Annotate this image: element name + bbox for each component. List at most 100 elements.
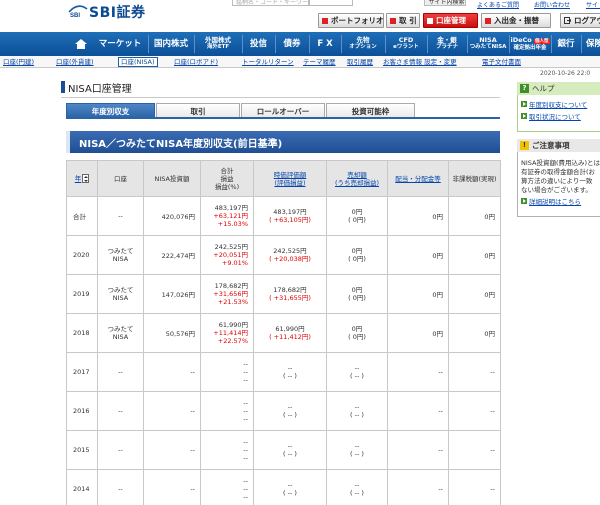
sold-value: --: [354, 442, 360, 450]
subnav-account-nisa[interactable]: 口座(NISA): [118, 57, 158, 67]
account-type-line: つみたて: [107, 286, 134, 294]
nav-home[interactable]: [71, 32, 91, 56]
faq-link[interactable]: よくあるご質問: [477, 0, 519, 9]
nav-foreign-stock[interactable]: 外国株式 海外ETF: [195, 32, 241, 56]
unrealized-pl-value: ( +63,105円): [269, 216, 311, 224]
account-management-button[interactable]: 口座管理: [423, 13, 478, 28]
cell-year: 合計: [66, 196, 98, 236]
unrealized-pl-value: ( -- ): [283, 411, 297, 419]
cell-market-value: 242,525円( +20,038円): [253, 235, 327, 275]
deposit-icon: [485, 17, 491, 24]
nav-cfd[interactable]: CFD eワラント: [386, 32, 426, 56]
nav-ideco[interactable]: iDeCo 個人型 確定拠出年金: [510, 32, 550, 56]
tab-investment-limit[interactable]: 投資可能枠: [326, 103, 415, 118]
nav-funds[interactable]: 投信: [243, 32, 274, 56]
unrealized-pl-value: ( +31,655円): [269, 294, 311, 302]
subnav-account-robo[interactable]: 口座(ロボアド): [174, 57, 218, 67]
nav-bonds[interactable]: 債券: [276, 32, 308, 56]
subnav-theme-history[interactable]: テーマ履歴: [303, 57, 336, 67]
site-search-button[interactable]: サイト内検索: [424, 0, 466, 6]
cell-invested: 222,474円: [143, 235, 201, 275]
nav-futures[interactable]: 先物 オプション: [342, 32, 384, 56]
cell-market-value: --( -- ): [253, 469, 327, 505]
nav-domestic-stock[interactable]: 国内株式: [149, 32, 193, 56]
nav-insurance[interactable]: 保険: [582, 32, 600, 56]
pl-value: --: [243, 485, 248, 493]
table-row: 2014 -- -- -- -- -- --( -- ) --( -- ) -- --: [66, 469, 501, 505]
total-value: --: [243, 477, 248, 485]
subnav-customer-settings[interactable]: お客さま情報 設定・変更: [383, 57, 457, 67]
sold-value: --: [354, 364, 360, 372]
pl-pct-value: --: [243, 493, 248, 501]
unrealized-pl-value: ( -- ): [283, 450, 297, 458]
unrealized-pl-value: ( +20,038円): [269, 255, 311, 263]
help-link-trade-status-label[interactable]: 取引状況について: [529, 111, 581, 121]
subnav-total-return[interactable]: トータルリターン: [242, 57, 294, 67]
header-market-value[interactable]: 時価評価額 (評価損益): [253, 160, 327, 197]
cell-sold: 0円( 0円): [326, 235, 388, 275]
account-type-line: NISA: [112, 294, 129, 302]
notice-title: ご注意事項: [532, 141, 570, 150]
header-realized-pl-link[interactable]: (うち売却損益): [327, 179, 387, 187]
current-datetime: 2020-10-26 22:0: [540, 70, 591, 77]
help-link-trade-status[interactable]: 取引状況について: [521, 111, 581, 121]
sold-value: 0円: [351, 286, 363, 294]
trade-button[interactable]: 取 引: [386, 13, 420, 28]
search-input[interactable]: 銘柄名・コード・キーワード: [232, 0, 309, 6]
header-market-value-link[interactable]: 時価評価額: [254, 171, 326, 179]
header-year[interactable]: 年: [66, 160, 98, 197]
cell-invested: 147,026円: [143, 274, 201, 314]
market-value: 61,990円: [275, 325, 305, 333]
realized-pl-value: ( -- ): [350, 450, 364, 458]
sbi-logo-text[interactable]: SBI証券: [89, 2, 145, 22]
deposit-transfer-button[interactable]: 入出金・振替: [481, 13, 551, 28]
sitemap-link[interactable]: サイトマップ: [586, 0, 600, 9]
header-sold-amount[interactable]: 売却額 (うち売却損益): [326, 160, 388, 197]
tab-annual-balance[interactable]: 年度別収支: [66, 103, 155, 118]
cell-year: 2018: [66, 313, 98, 353]
contact-link[interactable]: お問い合わせ: [534, 0, 570, 9]
help-icon: ?: [520, 84, 529, 93]
nav-gold-label: 金・銀: [437, 36, 457, 44]
cell-year: 2019: [66, 274, 98, 314]
cell-account: --: [97, 196, 144, 236]
nav-nisa-label: NISA: [479, 36, 497, 44]
cell-dividend: 0円: [387, 313, 449, 353]
account-type-line: NISA: [112, 333, 129, 341]
nav-nisa[interactable]: NISA つみたてNISA: [468, 32, 508, 56]
notice-detail-link[interactable]: 詳細説明はこちら: [521, 196, 581, 206]
cell-invested: --: [143, 352, 201, 392]
annual-balance-table: 年 口座 NISA投資額 合計 損益 損益(%) 時価評価額 (評価損益) 売却…: [66, 160, 501, 505]
search-select[interactable]: [309, 0, 353, 6]
sbi-logo-icon[interactable]: SBI: [68, 4, 88, 18]
tab-rollover[interactable]: ロールオーバー: [241, 103, 325, 118]
header-dividend[interactable]: 配当・分配金等: [387, 160, 449, 197]
cell-total-pl: -- -- --: [200, 352, 254, 392]
sort-icon[interactable]: [82, 174, 90, 183]
portfolio-button[interactable]: ポートフォリオ: [318, 13, 384, 28]
subnav-account-foreign[interactable]: 口座(外貨建): [56, 57, 94, 67]
nav-fx[interactable]: F X: [310, 32, 340, 56]
logout-button[interactable]: ログアウト: [560, 13, 600, 28]
header-dividend-link[interactable]: 配当・分配金等: [395, 175, 441, 183]
nav-gold[interactable]: 金・銀 プラチナ: [428, 32, 466, 56]
subnav-account-yen[interactable]: 口座(円建): [3, 57, 34, 67]
subnav-trade-history[interactable]: 取引履歴: [347, 57, 373, 67]
total-value: --: [243, 399, 248, 407]
cell-total-pl: -- -- --: [200, 391, 254, 431]
tab-underline: [66, 117, 500, 119]
nav-bank[interactable]: 銀行: [552, 32, 580, 56]
nav-ideco-sub: 確定拠出年金: [513, 44, 547, 51]
tab-trades[interactable]: 取引: [156, 103, 240, 118]
nav-market[interactable]: マーケット: [94, 32, 146, 56]
header-year-label[interactable]: 年: [75, 175, 82, 183]
help-link-annual-balance-label[interactable]: 年度別収支について: [529, 99, 587, 109]
help-link-annual-balance[interactable]: 年度別収支について: [521, 99, 587, 109]
market-value: --: [287, 442, 293, 450]
notice-detail-link-label[interactable]: 詳細説明はこちら: [529, 196, 581, 206]
header-total-label: 合計: [220, 166, 234, 175]
subnav-electronic-documents[interactable]: 電子文付書面: [482, 57, 521, 67]
header-sold-link[interactable]: 売却額: [327, 171, 387, 179]
header-unrealized-pl-link[interactable]: (評価損益): [254, 179, 326, 187]
realized-pl-value: ( -- ): [350, 489, 364, 497]
